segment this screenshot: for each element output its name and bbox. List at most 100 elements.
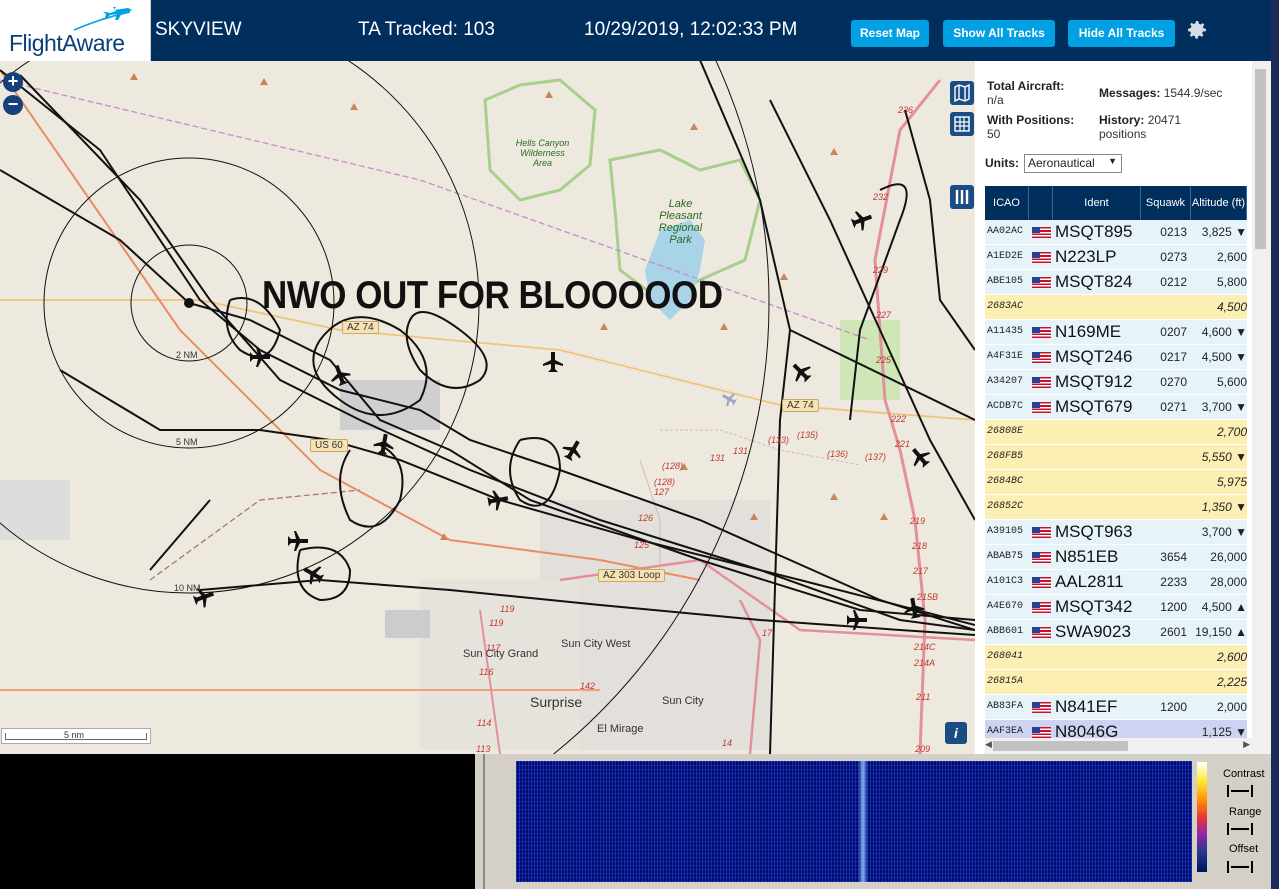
exit-219: 219: [910, 516, 926, 526]
altitude-cell: 19,150 ▲: [1195, 625, 1247, 639]
table-row[interactable]: ABE105 MSQT824 0212 5,800: [985, 270, 1247, 295]
table-row[interactable]: ACDB7C MSQT679 0271 3,700 ▼: [985, 395, 1247, 420]
panel-horizontal-scrollbar[interactable]: ◀ ▶: [985, 738, 1252, 754]
offset-slider[interactable]: [1227, 861, 1253, 873]
info-button[interactable]: i: [945, 722, 967, 744]
us-flag-icon: [1032, 252, 1051, 263]
map-layers-button[interactable]: [950, 81, 974, 105]
ring-label-2nm: 2 NM: [176, 350, 198, 360]
icao-cell: AB83FA: [987, 701, 1024, 712]
ident-cell: MSQT824: [1055, 272, 1133, 291]
chevron-down-icon: ▼: [1108, 156, 1117, 166]
reset-map-button[interactable]: Reset Map: [851, 20, 929, 47]
squawk-cell: [1143, 295, 1191, 319]
label-lake-pleasant: Lake Pleasant Regional Park: [658, 198, 703, 246]
flag-cell: [1031, 470, 1053, 494]
range-slider[interactable]: [1227, 823, 1253, 835]
ident-cell: N851EB: [1055, 547, 1119, 566]
table-row[interactable]: A39105 MSQT963 3,700 ▼: [985, 520, 1247, 545]
squawk-cell: [1143, 420, 1191, 444]
us-flag-icon: [1032, 602, 1051, 613]
spectrum-waterfall[interactable]: [516, 761, 1192, 882]
app-title: SKYVIEW: [155, 19, 242, 40]
icao-cell: ABB601: [987, 626, 1024, 637]
table-row[interactable]: ABB601 SWA9023 2601 19,150 ▲: [985, 620, 1247, 645]
table-row[interactable]: ABAB75 N851EB 3654 26,000: [985, 545, 1247, 570]
altitude-cell: 28,000: [1210, 575, 1247, 589]
us-flag-icon: [1032, 627, 1051, 638]
flag-cell: [1031, 245, 1053, 269]
table-row[interactable]: A1ED2E N223LP 0273 2,600: [985, 245, 1247, 270]
hide-all-tracks-button[interactable]: Hide All Tracks: [1068, 20, 1175, 47]
ident-cell: SWA9023: [1055, 622, 1131, 641]
flag-cell: [1031, 645, 1053, 669]
horizontal-scroll-thumb[interactable]: [993, 741, 1128, 751]
vertical-scroll-thumb[interactable]: [1255, 69, 1266, 249]
table-row[interactable]: AA02AC MSQT895 0213 3,825 ▼: [985, 220, 1247, 245]
col-flag[interactable]: [1029, 186, 1053, 220]
altitude-cell: 5,550 ▼: [1201, 450, 1247, 464]
flag-cell: [1031, 495, 1053, 519]
panel-vertical-scrollbar[interactable]: [1252, 61, 1271, 754]
table-row[interactable]: A4E670 MSQT342 1200 4,500 ▲: [985, 595, 1247, 620]
units-select[interactable]: Aeronautical ▼: [1024, 154, 1122, 173]
hwy-125: 125: [634, 540, 650, 550]
table-row[interactable]: 26852C 1,350 ▼: [985, 495, 1247, 520]
table-row[interactable]: 2684BC 5,975: [985, 470, 1247, 495]
ring-label-5nm: 5 NM: [176, 437, 198, 447]
squawk-cell: 0212: [1160, 275, 1187, 289]
hwy-135: (135): [797, 430, 819, 440]
ident-cell: MSQT963: [1055, 522, 1133, 541]
hwy-128b: (128): [654, 477, 676, 487]
squawk-cell: 1200: [1160, 700, 1187, 714]
flag-cell: [1031, 420, 1053, 444]
table-row[interactable]: 268041 2,600: [985, 645, 1247, 670]
right-edge-strip: [1271, 0, 1279, 889]
us-flag-icon: [1032, 377, 1051, 388]
icao-cell: A39105: [987, 526, 1024, 537]
color-scale-bar: [1197, 762, 1207, 872]
col-squawk[interactable]: Squawk: [1141, 186, 1191, 220]
zoom-out-button[interactable]: −: [3, 95, 23, 115]
label-hells-canyon: Hells Canyon Wilderness Area: [515, 138, 570, 168]
ident-cell: [1055, 445, 1143, 469]
map-canvas[interactable]: + − NWO OUT FOR BLOOOOOD 2 NM 5 NM 10 NM…: [0, 61, 975, 754]
map-icon: [954, 83, 970, 103]
contrast-slider[interactable]: [1227, 785, 1253, 797]
us-flag-icon: [1032, 227, 1051, 238]
column-toggle-button[interactable]: [950, 185, 974, 209]
col-icao[interactable]: ICAO: [985, 186, 1029, 220]
squawk-cell: [1143, 470, 1191, 494]
table-row[interactable]: A4F31E MSQT246 0217 4,500 ▼: [985, 345, 1247, 370]
icao-cell: 268041: [987, 651, 1024, 662]
table-row[interactable]: 268FB5 5,550 ▼: [985, 445, 1247, 470]
altitude-cell: 2,600: [1216, 250, 1247, 264]
table-row[interactable]: A101C3 AAL2811 2233 28,000: [985, 570, 1247, 595]
hwy-119b: 119: [489, 618, 504, 628]
table-row[interactable]: A11435 N169ME 0207 4,600 ▼: [985, 320, 1247, 345]
flightaware-logo[interactable]: FlightAware: [0, 0, 151, 61]
zoom-in-button[interactable]: +: [3, 72, 23, 92]
aircraft-table-body: AA02AC MSQT895 0213 3,825 ▼ A1ED2E N223LP 0273…: [985, 220, 1247, 754]
table-row[interactable]: 26808E 2,700: [985, 420, 1247, 445]
logo-plane-icon: [73, 7, 132, 31]
table-row[interactable]: 26815A 2,225: [985, 670, 1247, 695]
flag-cell: [1031, 320, 1053, 344]
exit-225: 225: [876, 355, 892, 365]
ident-cell: N223LP: [1055, 247, 1117, 266]
altitude-cell: 2,225: [1216, 675, 1247, 689]
col-ident[interactable]: Ident: [1053, 186, 1141, 220]
table-row[interactable]: 2683AC 4,500: [985, 295, 1247, 320]
grid-toggle-button[interactable]: [950, 112, 974, 136]
gear-icon[interactable]: [1185, 18, 1209, 42]
scroll-right-icon[interactable]: ▶: [1243, 739, 1250, 750]
col-altitude[interactable]: Altitude (ft): [1191, 186, 1247, 220]
icao-cell: A4E670: [987, 601, 1024, 612]
scroll-left-icon[interactable]: ◀: [985, 739, 992, 750]
messages-rate: Messages: 1544.9/sec: [1099, 86, 1222, 100]
label-el-mirage: El Mirage: [597, 723, 644, 735]
table-row[interactable]: A34207 MSQT912 0270 5,600: [985, 370, 1247, 395]
show-all-tracks-button[interactable]: Show All Tracks: [943, 20, 1055, 47]
messages-value: 1544.9/sec: [1163, 86, 1223, 100]
table-row[interactable]: AB83FA N841EF 1200 2,000: [985, 695, 1247, 720]
